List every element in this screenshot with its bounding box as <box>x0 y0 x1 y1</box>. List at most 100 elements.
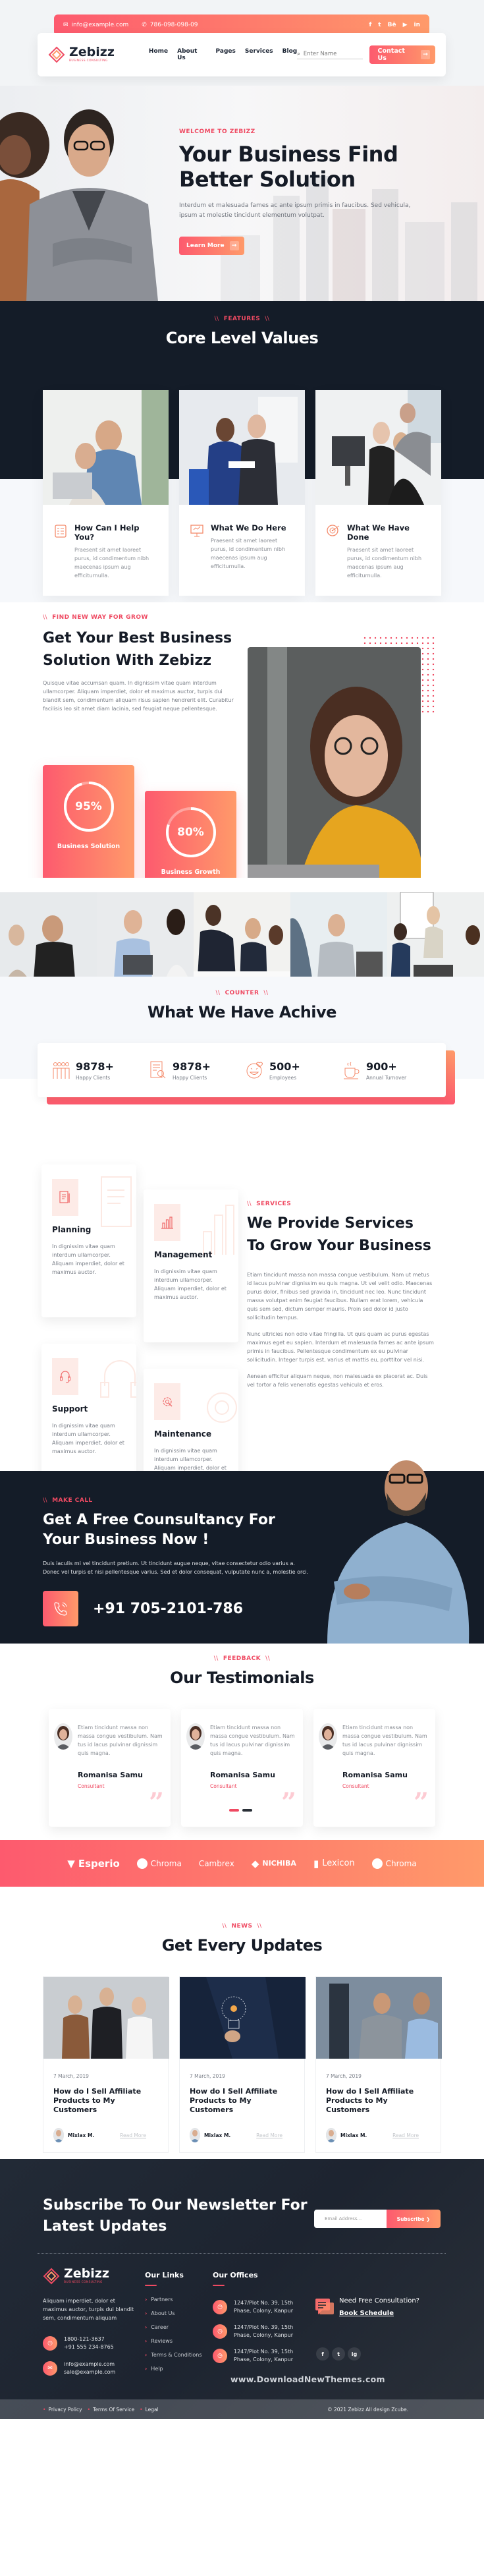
envelope-icon: ✉ <box>63 22 68 28</box>
counter-box: 9878+ Happy Clients 9878+ Happy Clients 50… <box>38 1043 446 1097</box>
search-input[interactable]: ⌕ Enter Name <box>297 51 363 59</box>
nav-blog[interactable]: Blog <box>282 48 298 61</box>
feature-card[interactable]: What We Have Done Praesent sit amet laore… <box>315 390 441 596</box>
facebook-icon[interactable]: f <box>316 2347 329 2361</box>
phone-icon: ✆ <box>142 22 147 28</box>
read-more-link[interactable]: Read More <box>256 2132 282 2138</box>
facebook-icon[interactable]: f <box>369 22 371 28</box>
logo-icon <box>43 2268 60 2285</box>
read-more-link[interactable]: Read More <box>392 2132 419 2138</box>
coffee-cup-icon <box>344 1062 360 1079</box>
chroma-icon <box>371 1858 383 1869</box>
hero-title: Your Business Find Better Solution <box>179 142 398 192</box>
service-card[interactable]: Management In dignissim vitae quam inter… <box>144 1189 238 1342</box>
news-card[interactable]: 7 March, 2019 How do I Sell Affiliate Pr… <box>43 1976 169 2153</box>
counter-value: 500+ <box>269 1060 300 1073</box>
footer-emails: ✉ info@example.com sale@example.com <box>43 2361 135 2376</box>
footer-link[interactable]: › Reviews <box>145 2338 202 2344</box>
instagram-icon[interactable]: ig <box>348 2347 361 2361</box>
footer-logo[interactable]: Zebizz BUSINESS CONSULTING <box>43 2268 135 2285</box>
nav-services[interactable]: Services <box>245 48 273 61</box>
behance-icon[interactable]: Bē <box>388 22 396 28</box>
news-card[interactable]: 7 March, 2019 How do I Sell Affiliate Pr… <box>179 1976 306 2153</box>
brand-logo-esperio: ▼ Esperio <box>67 1857 120 1870</box>
feature-card[interactable]: How Can I Help You? Praesent sit amet lao… <box>43 390 169 596</box>
feature-title: What We Have Done <box>347 523 410 542</box>
services-paragraph: Nunc ultricies non odio vitae fringilla.… <box>247 1331 434 1363</box>
stat-card-business-solution: 95% Business Solution <box>43 765 134 897</box>
lexicon-icon: ▮ <box>313 1857 319 1870</box>
youtube-icon[interactable]: ▶ <box>403 22 408 28</box>
topbar-social-links: f t Bē ▶ in <box>369 22 420 28</box>
hero-tag: WELCOME TO ZEBIZZ <box>179 129 255 135</box>
carousel-dot-2[interactable] <box>242 1809 252 1812</box>
newsletter-form: Email Address... Subscribe ❯ <box>314 2210 441 2228</box>
news-title[interactable]: How do I Sell Affiliate Products to My C… <box>53 2087 158 2115</box>
site-header: ✉ info@example.com ✆ 786-098-098-09 f t … <box>0 0 484 86</box>
news-title[interactable]: How do I Sell Affiliate Products to My C… <box>326 2087 431 2115</box>
service-card[interactable]: Planning In dignissim vitae quam interdu… <box>41 1164 136 1317</box>
stat-value: 80% <box>177 826 204 839</box>
news-card[interactable]: 7 March, 2019 How do I Sell Affiliate Pr… <box>315 1976 442 2153</box>
news-section: \\ NEWS \\ Get Every Updates 7 March, 2019… <box>0 1887 484 2163</box>
book-schedule-link[interactable]: Book Schedule <box>339 2310 419 2317</box>
legal-link[interactable]: Legal <box>140 2407 159 2413</box>
logo[interactable]: Zebizz BUSINESS CONSULTING <box>48 46 115 63</box>
service-text: In dignissim vitae quam interdum ullamco… <box>154 1269 227 1300</box>
counter-section: \\ COUNTER \\ What We Have Achive 9878+ Hap… <box>0 977 484 1141</box>
privacy-policy-link[interactable]: Privacy Policy <box>43 2407 82 2413</box>
quote-icon: ” <box>413 1787 429 1818</box>
section-tag: FEEDBACK <box>223 1655 261 1662</box>
about-section: \\ FIND NEW WAY FOR GROW Get Your Best Bu… <box>0 602 484 938</box>
call-button[interactable] <box>43 1591 78 1626</box>
nav-home[interactable]: Home <box>149 48 168 61</box>
feature-text: Praesent sit amet laoreet purus, id cond… <box>347 547 422 579</box>
testimonial-card: Etiam tincidunt massa non massa congue v… <box>49 1709 171 1827</box>
about-text: Quisque vitae accumsan quam. In dignissi… <box>43 680 234 712</box>
clock-icon: ◷ <box>213 2349 227 2363</box>
nichiba-icon: ◆ <box>251 1857 259 1870</box>
news-title[interactable]: How do I Sell Affiliate Products to My C… <box>190 2087 294 2115</box>
footer-link[interactable]: › About Us <box>145 2310 202 2316</box>
footer-link[interactable]: › Career <box>145 2324 202 2330</box>
clipboard-icon <box>55 525 67 538</box>
terms-of-service-link[interactable]: Terms Of Service <box>88 2407 134 2413</box>
footer-link[interactable]: › Partners <box>145 2297 202 2303</box>
team-photo <box>97 892 194 988</box>
author-avatar <box>53 2128 64 2142</box>
linkedin-icon[interactable]: in <box>414 22 421 28</box>
subscribe-button[interactable]: Subscribe ❯ <box>387 2210 441 2228</box>
team-photo <box>387 892 484 988</box>
stat-value: 95% <box>75 800 102 813</box>
twitter-icon[interactable]: t <box>378 22 381 28</box>
learn-more-button[interactable]: Learn More → <box>179 237 244 255</box>
author-avatar <box>326 2128 336 2142</box>
footer-link[interactable]: › Terms & Conditions <box>145 2352 202 2358</box>
people-icon <box>53 1062 70 1079</box>
contact-us-button[interactable]: Contact Us → <box>369 45 435 64</box>
read-more-link[interactable]: Read More <box>120 2132 146 2138</box>
headset-icon <box>100 1360 136 1398</box>
topbar-phone-link[interactable]: ✆ 786-098-098-09 <box>142 22 198 28</box>
topbar-email-link[interactable]: ✉ info@example.com <box>63 22 128 28</box>
logo-icon <box>48 46 65 63</box>
feature-card[interactable]: What We Do Here Praesent sit amet laoreet… <box>179 390 305 596</box>
watermark-text: www.DownloadNewThemes.com <box>230 2374 385 2384</box>
email-input[interactable]: Email Address... <box>314 2210 387 2228</box>
testimonial-name: Romanisa Samu <box>78 1771 143 1779</box>
carousel-dot-1[interactable] <box>229 1809 239 1812</box>
twitter-icon[interactable]: t <box>332 2347 345 2361</box>
gear-wrench-icon <box>207 1392 237 1423</box>
feature-image <box>315 390 441 505</box>
cta-phone-number[interactable]: +91 705-2101-786 <box>93 1601 243 1617</box>
headset-icon <box>60 1371 70 1383</box>
news-image <box>43 1977 169 2059</box>
footer-link[interactable]: › Help <box>145 2366 202 2372</box>
nav-about[interactable]: About Us <box>177 48 206 61</box>
service-text: In dignissim vitae quam interdum ullamco… <box>52 1423 124 1454</box>
section-title: What We Have Achive <box>148 1003 336 1021</box>
clock-icon: ◷ <box>43 2336 57 2351</box>
section-tag: MAKE CALL <box>52 1497 93 1504</box>
nav-pages[interactable]: Pages <box>216 48 236 61</box>
testimonial-text: Etiam tincidunt massa non massa congue v… <box>78 1725 163 1756</box>
